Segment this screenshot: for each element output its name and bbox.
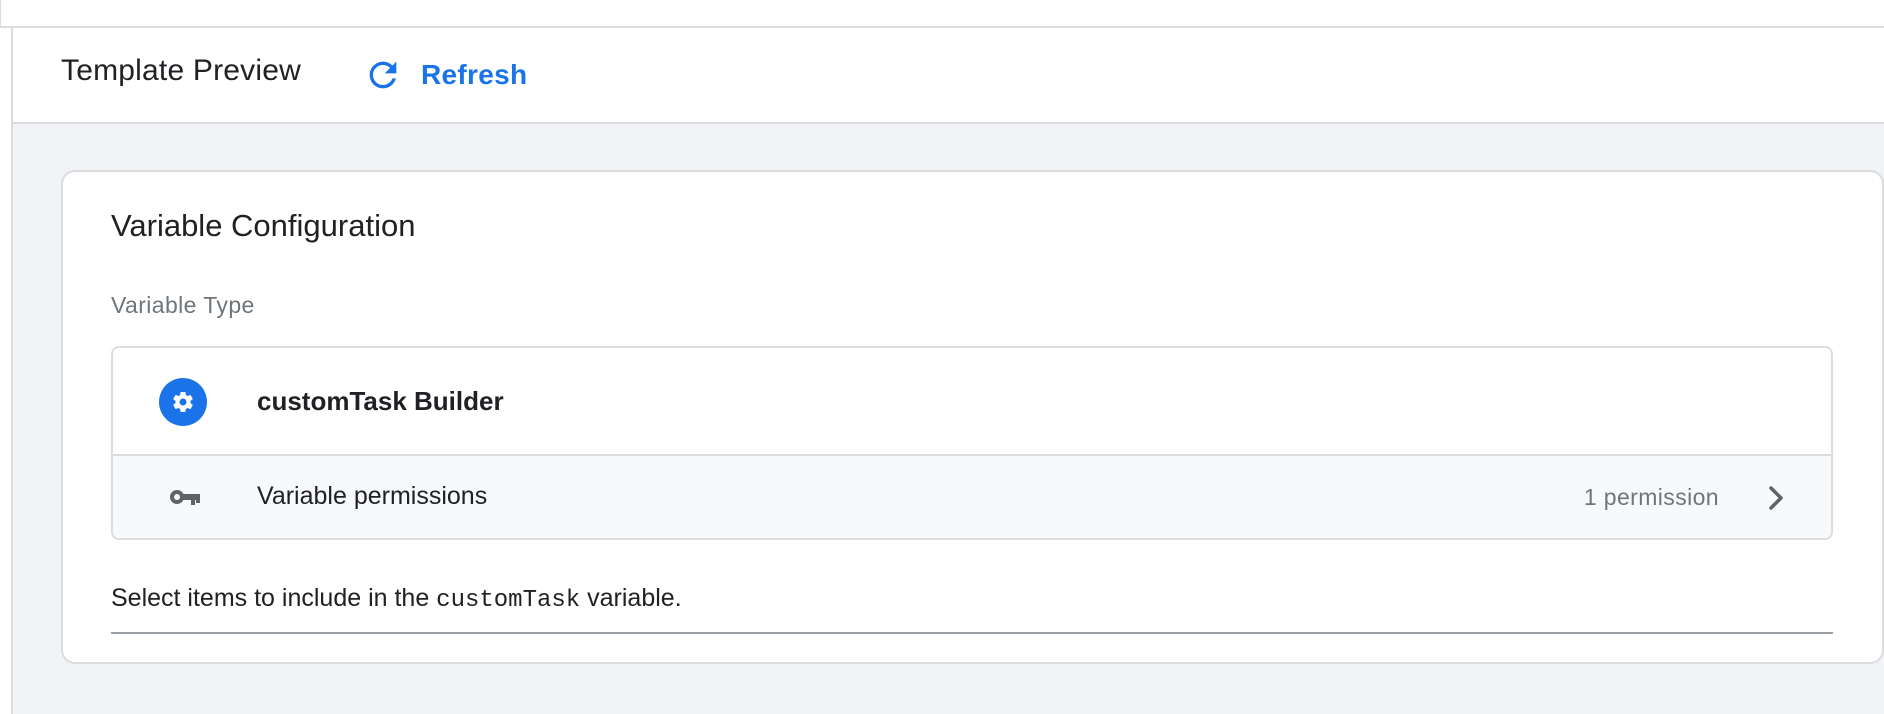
gear-icon — [159, 378, 207, 426]
panel-header: Template Preview Refresh — [13, 28, 1884, 124]
permissions-label: Variable permissions — [257, 482, 488, 510]
variable-configuration-card: Variable Configuration Variable Type cus… — [61, 170, 1884, 664]
refresh-button[interactable]: Refresh — [363, 52, 527, 98]
page-title: Template Preview — [61, 54, 301, 87]
key-icon — [170, 490, 200, 505]
chevron-right-icon — [1769, 486, 1783, 510]
template-preview-panel: Template Preview Refresh Variable Config… — [11, 28, 1884, 714]
variable-type-label: Variable Type — [111, 292, 255, 318]
variable-type-box: customTask Builder Variable permissions … — [111, 346, 1833, 540]
top-toolbar-strip — [0, 0, 1884, 28]
variable-permissions-row[interactable]: Variable permissions 1 permission — [113, 456, 1831, 538]
help-text-code: customTask — [436, 587, 581, 614]
refresh-label: Refresh — [421, 59, 528, 90]
divider — [111, 632, 1833, 634]
app-window: Template Preview Refresh Variable Config… — [0, 0, 1884, 714]
variable-type-name: customTask Builder — [257, 386, 504, 416]
help-text-suffix: variable. — [580, 584, 682, 612]
permissions-count: 1 permission — [1583, 484, 1719, 510]
card-title: Variable Configuration — [111, 208, 416, 243]
help-text: Select items to include in the customTas… — [111, 584, 682, 614]
variable-type-selector[interactable]: customTask Builder — [113, 348, 1831, 456]
refresh-icon — [369, 61, 397, 89]
help-text-prefix: Select items to include in the — [111, 584, 437, 612]
divider — [0, 0, 1, 26]
